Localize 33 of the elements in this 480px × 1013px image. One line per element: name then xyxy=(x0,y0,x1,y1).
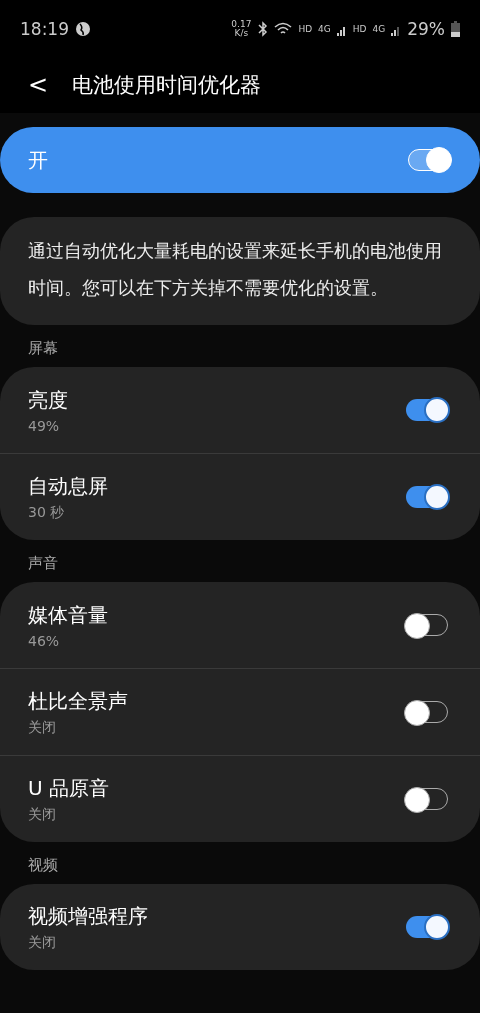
setting-label: 视频增强程序 xyxy=(28,902,149,930)
setting-label: 杜比全景声 xyxy=(28,687,129,715)
description-text: 通过自动优化大量耗电的设置来延长手机的电池使用时间。您可以在下方关掉不需要优化的设置。 xyxy=(0,217,480,325)
hd-label: HD xyxy=(298,23,313,34)
section-header: 视频 xyxy=(27,855,59,876)
setting-summary: 关闭 xyxy=(28,718,57,737)
toggle-switch[interactable] xyxy=(406,486,448,508)
section-header: 声音 xyxy=(27,553,59,574)
setting-label: 媒体音量 xyxy=(28,601,109,629)
globe-icon xyxy=(75,20,91,37)
setting-label: 亮度 xyxy=(28,386,69,414)
network-speed: 0.17 K/s xyxy=(230,19,253,38)
battery-percent: 29% xyxy=(407,18,445,39)
setting-summary: 关闭 xyxy=(28,933,57,952)
setting-label: U 品原音 xyxy=(28,774,110,802)
toggle-switch[interactable] xyxy=(406,916,448,938)
toggle-switch[interactable] xyxy=(406,399,448,421)
setting-summary: 30 秒 xyxy=(28,503,66,522)
clock: 18:19 xyxy=(20,18,69,39)
setting-summary: 46% xyxy=(28,632,61,649)
setting-summary: 49% xyxy=(28,417,61,434)
bluetooth-icon xyxy=(258,20,269,37)
setting-summary: 关闭 xyxy=(28,805,57,824)
battery-icon xyxy=(451,20,460,37)
section-header: 屏幕 xyxy=(27,338,59,359)
setting-label: 自动息屏 xyxy=(28,472,109,500)
network-type: 4G xyxy=(372,23,386,34)
back-button[interactable]: < xyxy=(24,71,53,99)
page-title: 电池使用时间优化器 xyxy=(72,72,262,99)
network-type: 4G xyxy=(318,23,331,34)
wifi-icon xyxy=(274,21,293,36)
hd-label: HD xyxy=(352,23,367,34)
switch-label: 开 xyxy=(28,146,49,174)
